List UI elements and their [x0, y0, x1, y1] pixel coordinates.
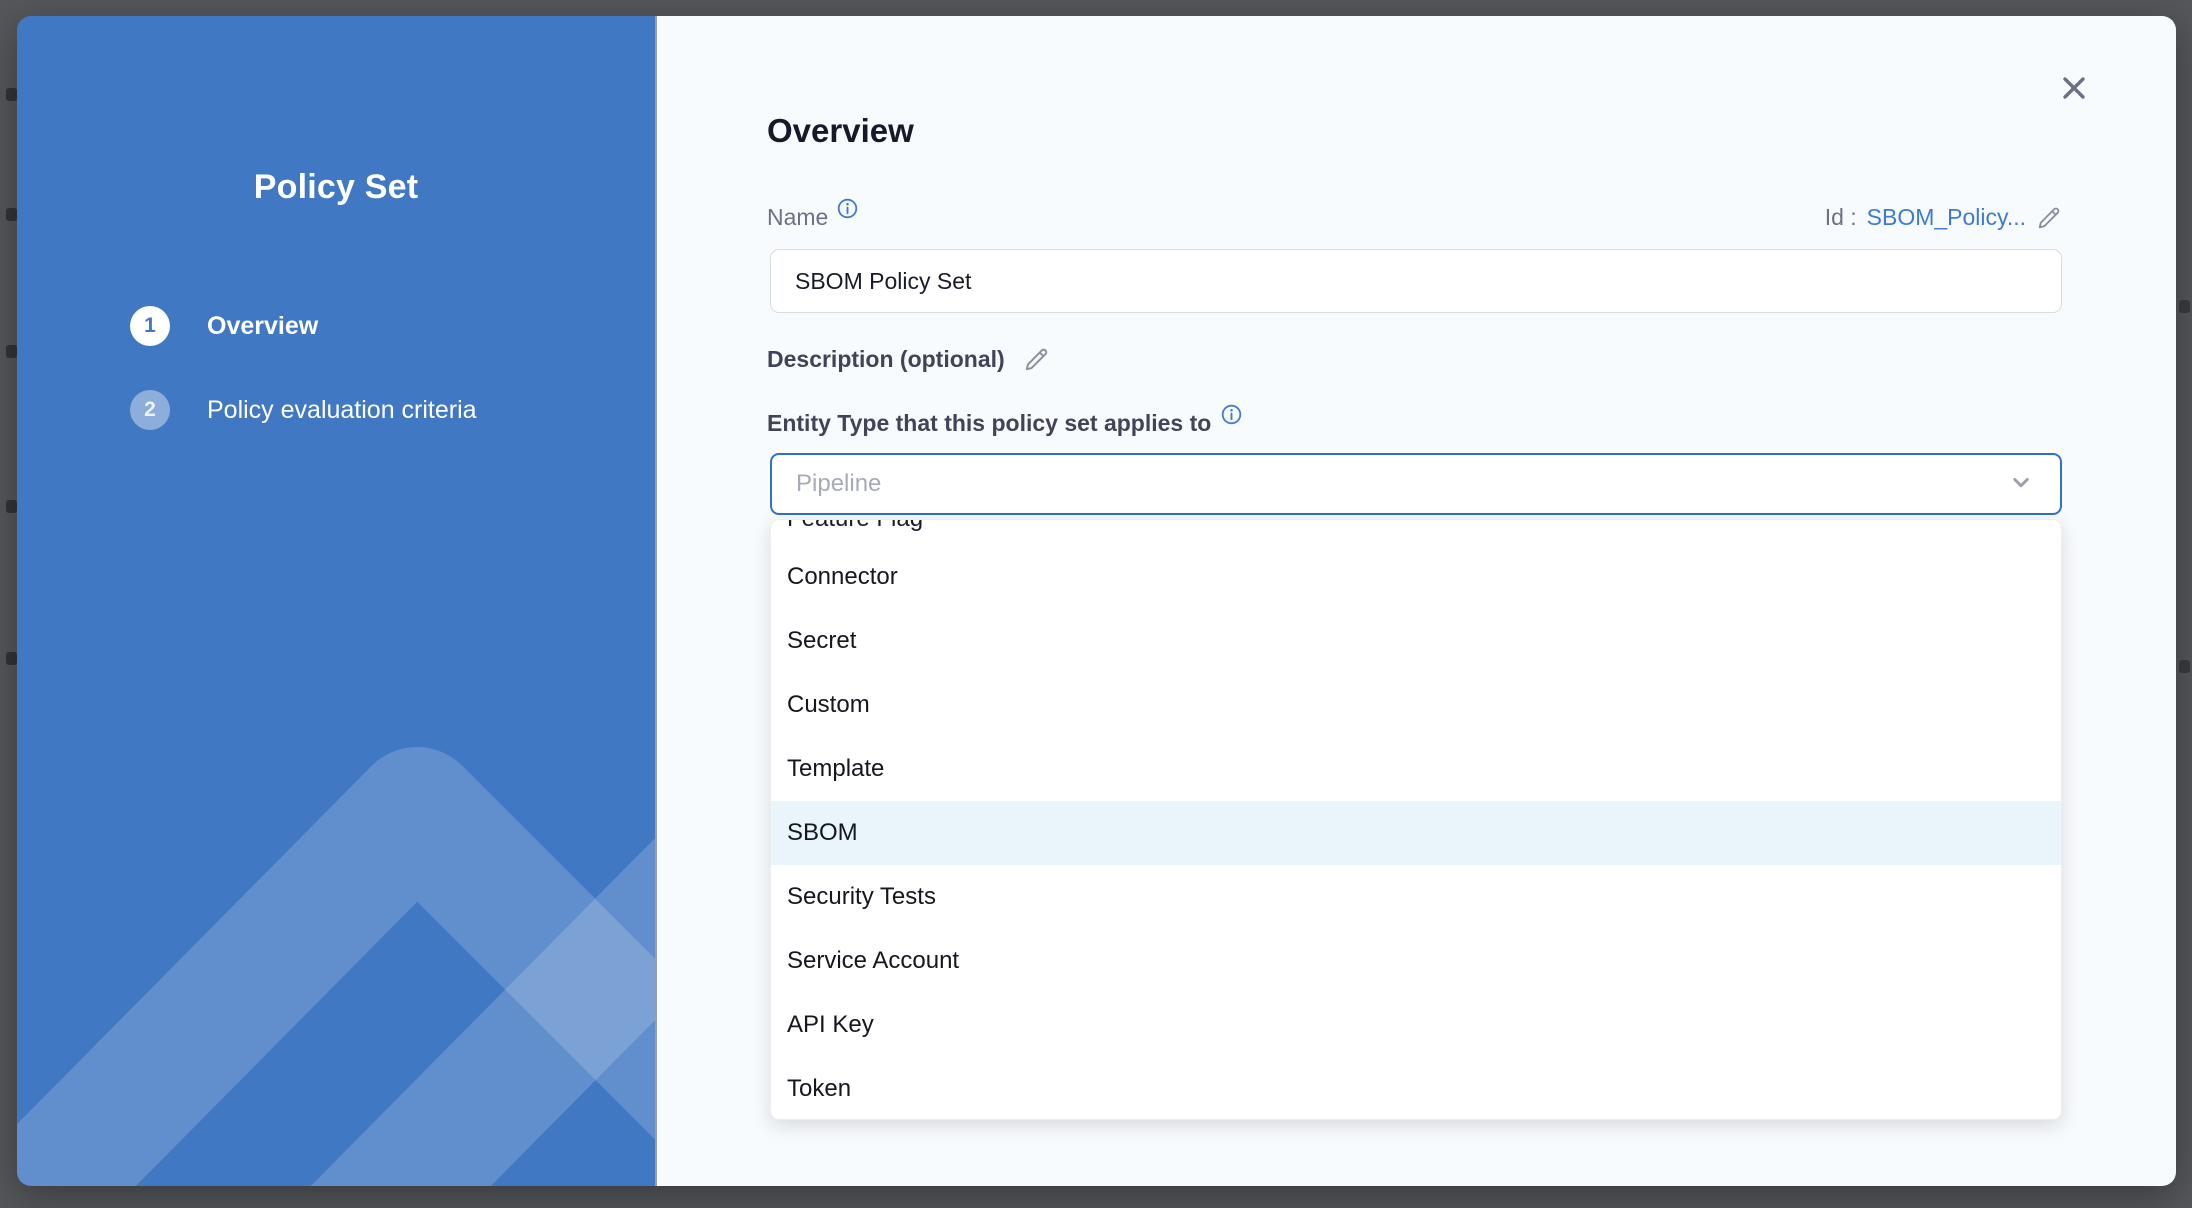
entity-type-label: Entity Type that this policy set applies… — [767, 410, 1211, 437]
wizard-title: Policy Set — [17, 168, 655, 207]
step-label: Policy evaluation criteria — [207, 396, 477, 425]
entity-type-select[interactable]: Pipeline — [770, 453, 2062, 515]
info-icon[interactable] — [1221, 404, 1242, 430]
entity-dropdown-list: ConnectorSecretCustomTemplateSBOMSecurit… — [771, 545, 2061, 1120]
dropdown-item-secret[interactable]: Secret — [771, 609, 2061, 673]
policy-set-modal: Policy Set 1 Overview 2 Policy evaluatio… — [17, 16, 2176, 1186]
page-title: Overview — [767, 112, 914, 150]
background-content-fragment — [2179, 660, 2190, 673]
background-nav-icon — [6, 652, 17, 665]
info-icon[interactable] — [837, 198, 858, 225]
select-placeholder: Pipeline — [796, 470, 881, 498]
name-label: Name — [767, 204, 828, 231]
name-input[interactable] — [770, 249, 2062, 313]
harness-logo-watermark — [17, 706, 657, 1186]
chevron-down-icon — [2006, 467, 2036, 502]
background-nav-icon — [6, 208, 17, 221]
dropdown-item-sbom[interactable]: SBOM — [771, 801, 2061, 865]
edit-id-pencil-icon[interactable] — [2036, 205, 2062, 231]
entity-type-row: Entity Type that this policy set applies… — [767, 410, 1242, 437]
dropdown-item-clipped[interactable]: Feature Flag — [771, 520, 2061, 545]
name-label-group: Name — [767, 204, 858, 231]
name-row: Name Id : SBOM_Policy... — [767, 204, 2062, 231]
step-number-badge: 2 — [130, 390, 170, 430]
dropdown-item-api-key[interactable]: API Key — [771, 993, 2061, 1057]
dropdown-item-token[interactable]: Token — [771, 1057, 2061, 1120]
dropdown-item-security-tests[interactable]: Security Tests — [771, 865, 2061, 929]
close-icon[interactable] — [2056, 68, 2096, 108]
entity-type-dropdown: Feature Flag ConnectorSecretCustomTempla… — [770, 519, 2062, 1120]
dropdown-item-connector[interactable]: Connector — [771, 545, 2061, 609]
id-prefix-label: Id : — [1825, 204, 1857, 231]
step-number-badge: 1 — [130, 306, 170, 346]
dropdown-item-template[interactable]: Template — [771, 737, 2061, 801]
wizard-sidebar: Policy Set 1 Overview 2 Policy evaluatio… — [17, 16, 657, 1186]
edit-description-pencil-icon[interactable] — [1023, 346, 1050, 373]
dropdown-item-custom[interactable]: Custom — [771, 673, 2061, 737]
step-policy-evaluation-criteria[interactable]: 2 Policy evaluation criteria — [130, 390, 477, 430]
step-overview[interactable]: 1 Overview — [130, 306, 477, 346]
background-nav-icon — [6, 345, 17, 358]
description-label: Description (optional) — [767, 346, 1005, 373]
background-nav-icon — [6, 88, 17, 101]
overview-panel: Overview Name Id : SBOM_Policy... — [657, 16, 2176, 1186]
wizard-steps: 1 Overview 2 Policy evaluation criteria — [130, 306, 477, 430]
background-content-fragment — [2179, 300, 2190, 313]
description-row: Description (optional) — [767, 346, 1050, 373]
screen: Policy Set 1 Overview 2 Policy evaluatio… — [0, 0, 2192, 1208]
step-label: Overview — [207, 312, 318, 341]
dropdown-item-service-account[interactable]: Service Account — [771, 929, 2061, 993]
background-nav-icon — [6, 500, 17, 513]
entity-id-block: Id : SBOM_Policy... — [1825, 204, 2062, 231]
id-value-link[interactable]: SBOM_Policy... — [1867, 204, 2026, 231]
